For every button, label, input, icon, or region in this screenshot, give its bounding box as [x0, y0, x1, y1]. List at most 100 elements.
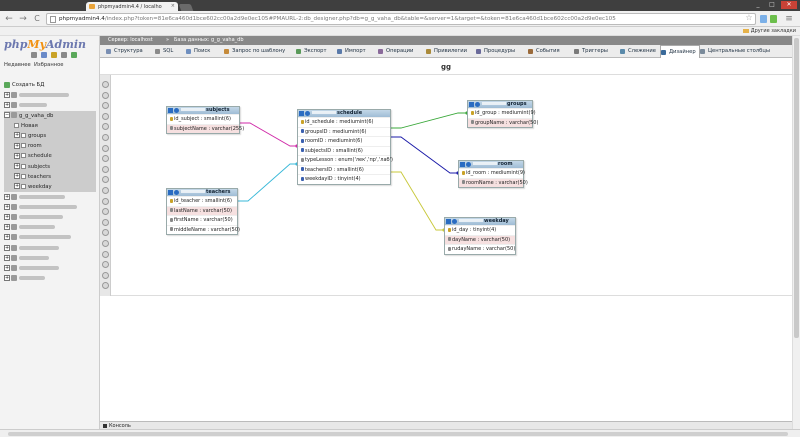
column-row[interactable]: subjectName : varchar(255)	[167, 123, 244, 133]
tree-item-new-table[interactable]: Новая	[4, 120, 96, 131]
tab-export[interactable]: Экспорт	[296, 45, 327, 57]
designer-table-teachers[interactable]: teachers id_teacher : smallint(6) lastNa…	[166, 188, 240, 235]
forward-button[interactable]: →	[18, 14, 28, 24]
reload-button[interactable]: C	[32, 14, 42, 24]
recent-tab[interactable]: Недавнее	[4, 62, 31, 68]
relation-line-teachers[interactable]	[238, 163, 297, 202]
column-row[interactable]: firstName : varchar(50)	[167, 215, 237, 225]
collapse-icon[interactable]: −	[4, 112, 10, 119]
home-icon[interactable]	[31, 52, 37, 58]
expand-icon[interactable]: +	[14, 132, 20, 139]
tree-item-table[interactable]: + room	[4, 141, 96, 152]
toggle-icon[interactable]	[460, 162, 465, 167]
column-row[interactable]: subjectsID : smallint(6)	[298, 145, 390, 156]
tree-item-table[interactable]: + groups	[4, 130, 96, 142]
table-header[interactable]: groups	[468, 101, 532, 108]
tree-item[interactable]: +	[4, 263, 96, 273]
horizontal-scrollbar[interactable]	[0, 429, 800, 437]
column-row[interactable]: roomID : mediumint(6)	[298, 136, 390, 146]
expand-icon[interactable]: +	[14, 152, 20, 159]
new-tab-button[interactable]	[178, 4, 194, 11]
select-icon[interactable]	[305, 111, 310, 116]
tab-routines[interactable]: Процедуры	[476, 45, 515, 57]
relation-line-room[interactable]	[391, 136, 458, 174]
create-db-item[interactable]: Создать БД	[4, 80, 96, 90]
table-header[interactable]: room	[459, 161, 523, 168]
help-icon[interactable]	[50, 52, 57, 58]
column-row[interactable]: middleName : varchar(50)	[167, 224, 240, 235]
tree-item-table[interactable]: + subjects	[4, 161, 96, 172]
column-row[interactable]: id_room : mediumint(9)	[459, 168, 525, 178]
tab-events[interactable]: События	[528, 45, 560, 57]
expand-icon[interactable]: +	[4, 91, 10, 98]
other-bookmarks[interactable]: Другие закладки	[742, 28, 796, 34]
tree-item[interactable]: +	[4, 243, 96, 253]
tree-item[interactable]: +	[4, 202, 96, 212]
scroll-thumb[interactable]	[794, 38, 799, 338]
extension-icon-green[interactable]	[770, 15, 777, 23]
relation-line-weekday[interactable]	[391, 171, 444, 231]
tab-structure[interactable]: Структура	[106, 45, 143, 57]
expand-icon[interactable]: +	[4, 101, 10, 108]
column-row[interactable]: groupsID : mediumint(6)	[298, 126, 390, 137]
breadcrumb-database[interactable]: База данных: g_g_vaha_db	[174, 37, 244, 43]
column-row[interactable]: typeLesson : enum('лек','пр','лаб')	[298, 155, 393, 165]
tree-item[interactable]: +	[4, 212, 96, 222]
select-icon[interactable]	[475, 102, 480, 107]
column-row[interactable]: id_group : mediumint(9)	[468, 108, 536, 118]
tab-tracking[interactable]: Слежение	[620, 45, 656, 57]
column-row[interactable]: id_teacher : smallint(6)	[167, 196, 237, 206]
column-row[interactable]: teachersID : smallint(6)	[298, 164, 390, 175]
expand-icon[interactable]: +	[4, 193, 10, 200]
select-icon[interactable]	[466, 162, 471, 167]
vertical-scrollbar[interactable]	[792, 36, 800, 429]
tree-item-table[interactable]: + weekday	[4, 181, 96, 193]
tree-item[interactable]: +	[4, 253, 96, 263]
tree-item-table[interactable]: + teachers	[4, 171, 96, 182]
reload-nav-icon[interactable]	[70, 52, 77, 58]
expand-icon[interactable]: +	[4, 234, 10, 241]
designer-table-room[interactable]: room id_room : mediumint(9) roomName : v…	[458, 160, 528, 188]
designer-table-schedule[interactable]: schedule id_schedule : mediumint(6) grou…	[297, 109, 393, 185]
toggle-icon[interactable]	[446, 219, 451, 224]
maximize-button[interactable]: □	[766, 1, 778, 9]
tree-item-current-db[interactable]: − g_g_vaha_db	[4, 110, 96, 121]
select-icon[interactable]	[174, 190, 179, 195]
expand-icon[interactable]: +	[14, 173, 20, 180]
tree-item[interactable]: +	[4, 274, 96, 284]
tab-import[interactable]: Импорт	[337, 45, 366, 57]
expand-icon[interactable]: +	[4, 264, 10, 271]
select-icon[interactable]	[452, 219, 457, 224]
back-button[interactable]: ←	[4, 14, 14, 24]
toggle-icon[interactable]	[168, 108, 173, 113]
expand-icon[interactable]: +	[4, 244, 10, 251]
column-row[interactable]: rudayName : varchar(50)	[445, 244, 515, 254]
expand-icon[interactable]: +	[4, 213, 10, 220]
expand-icon[interactable]: +	[4, 254, 10, 261]
tab-sql[interactable]: SQL	[155, 45, 173, 57]
tree-item[interactable]: +	[4, 233, 96, 243]
minimize-button[interactable]: _	[752, 1, 764, 9]
tree-item[interactable]: +	[4, 223, 96, 233]
toggle-icon[interactable]	[168, 190, 173, 195]
tab-operations[interactable]: Операции	[378, 45, 413, 57]
expand-icon[interactable]: +	[4, 224, 10, 231]
tab-query[interactable]: Запрос по шаблону	[224, 45, 285, 57]
column-row[interactable]: roomName : varchar(50)	[459, 177, 528, 187]
tab-triggers[interactable]: Триггеры	[574, 45, 608, 57]
column-row[interactable]: groupName : varchar(50)	[468, 117, 538, 127]
address-bar[interactable]: phpmyadmin4.4/index.php?token=81e6ca460d…	[46, 13, 756, 25]
console-bar[interactable]: Консоль	[100, 421, 792, 429]
tab-designer[interactable]: Дизайнер	[660, 45, 700, 58]
tree-item[interactable]: +	[4, 100, 96, 110]
toggle-icon[interactable]	[299, 111, 304, 116]
logout-icon[interactable]	[40, 52, 47, 58]
designer-table-groups[interactable]: groups id_group : mediumint(9) groupName…	[467, 100, 538, 128]
column-row[interactable]: id_subject : smallint(6)	[167, 114, 239, 124]
browser-menu-icon[interactable]: ≡	[784, 14, 794, 24]
extension-icon[interactable]	[760, 15, 767, 23]
table-header[interactable]: schedule	[298, 110, 390, 117]
relation-line-groups[interactable]	[391, 112, 467, 129]
breadcrumb-server[interactable]: Сервер: localhost	[108, 37, 153, 43]
favorites-tab[interactable]: Избранное	[34, 62, 63, 68]
